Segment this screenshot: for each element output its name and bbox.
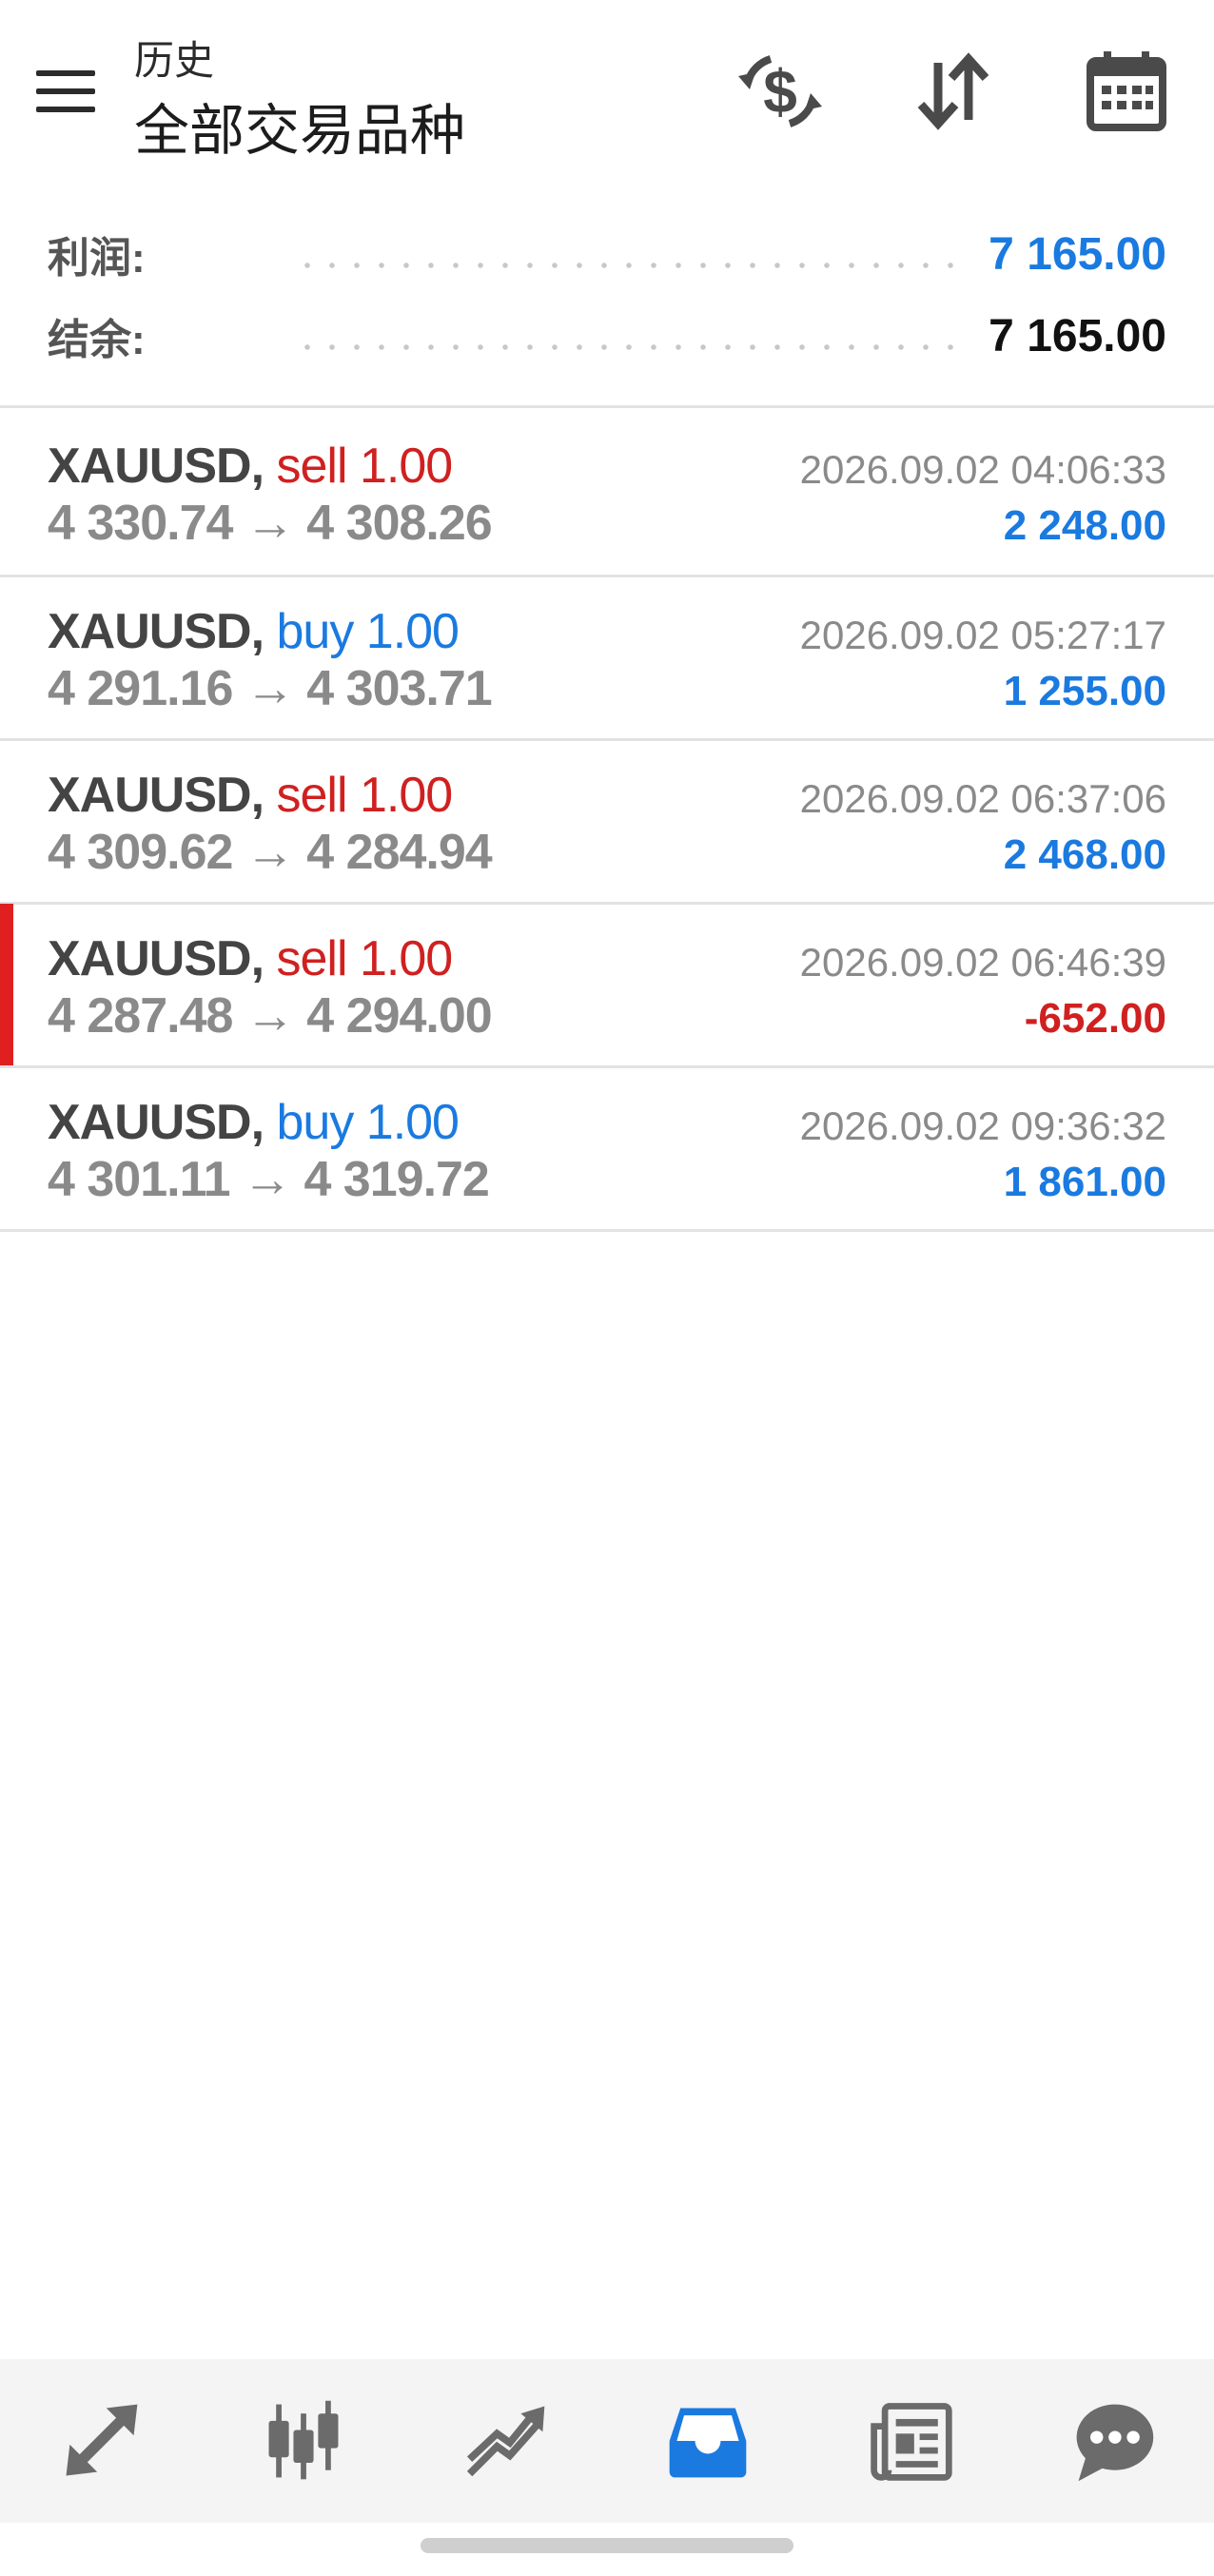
menu-icon[interactable] bbox=[29, 57, 105, 133]
trade-icon[interactable] bbox=[404, 2359, 607, 2523]
trade-profit: 1 861.00 bbox=[1003, 1159, 1166, 1205]
trade-profit: 1 255.00 bbox=[1003, 668, 1166, 714]
trade-side: sell 1.00 bbox=[276, 768, 453, 823]
trade-row[interactable]: XAUUSD, sell 1.00 4 330.74 → 4 308.26 20… bbox=[0, 411, 1214, 573]
trade-symbol: XAUUSD, sell 1.00 bbox=[48, 931, 453, 986]
trade-time: 2026.09.02 05:27:17 bbox=[799, 613, 1166, 657]
trade-prices: 4 309.62 → 4 284.94 bbox=[48, 825, 493, 880]
trade-row[interactable]: XAUUSD, buy 1.00 4 291.16 → 4 303.71 202… bbox=[0, 576, 1214, 738]
divider bbox=[0, 405, 1214, 408]
balance-value: 7 165.00 bbox=[989, 310, 1166, 361]
balance-label: 结余: bbox=[48, 317, 146, 363]
trade-profit: 2 248.00 bbox=[1003, 502, 1166, 549]
trade-symbol: XAUUSD, buy 1.00 bbox=[48, 1095, 460, 1150]
svg-text:$: $ bbox=[763, 57, 797, 126]
chat-icon[interactable] bbox=[1011, 2359, 1214, 2523]
divider bbox=[0, 1229, 1214, 1232]
profit-label: 利润: bbox=[48, 235, 146, 282]
sort-icon[interactable] bbox=[906, 44, 1001, 139]
home-indicator[interactable] bbox=[421, 2538, 793, 2553]
balance-summary-row: 结余: 7 165.00 bbox=[48, 302, 1166, 369]
bottom-navigation bbox=[0, 2359, 1214, 2523]
news-icon[interactable] bbox=[810, 2359, 1012, 2523]
trade-symbol: XAUUSD, buy 1.00 bbox=[48, 604, 460, 659]
trade-time: 2026.09.02 06:46:39 bbox=[799, 940, 1166, 985]
trade-side: buy 1.00 bbox=[276, 604, 459, 659]
trade-row[interactable]: XAUUSD, sell 1.00 4 309.62 → 4 284.94 20… bbox=[0, 740, 1214, 902]
trade-prices: 4 301.11 → 4 319.72 bbox=[48, 1152, 490, 1207]
trade-profit: -652.00 bbox=[1024, 995, 1166, 1042]
trade-prices: 4 330.74 → 4 308.26 bbox=[48, 496, 493, 551]
trade-prices: 4 291.16 → 4 303.71 bbox=[48, 661, 493, 716]
quotes-icon[interactable] bbox=[0, 2359, 203, 2523]
history-icon[interactable] bbox=[607, 2359, 810, 2523]
dollar-refresh-icon[interactable]: $ bbox=[733, 44, 828, 139]
profit-value: 7 165.00 bbox=[989, 228, 1166, 280]
trade-symbol: XAUUSD, sell 1.00 bbox=[48, 768, 453, 823]
trade-side: buy 1.00 bbox=[276, 1095, 459, 1150]
page-subtitle: 历史 bbox=[134, 38, 215, 83]
top-app-bar: 历史 全部交易品种 $ bbox=[0, 0, 1214, 190]
symbol-filter-title[interactable]: 全部交易品种 bbox=[134, 86, 465, 166]
trade-row[interactable]: XAUUSD, buy 1.00 4 301.11 → 4 319.72 202… bbox=[0, 1067, 1214, 1229]
trade-symbol: XAUUSD, sell 1.00 bbox=[48, 439, 453, 494]
trade-profit: 2 468.00 bbox=[1003, 831, 1166, 878]
trade-prices: 4 287.48 → 4 294.00 bbox=[48, 988, 493, 1044]
trade-time: 2026.09.02 04:06:33 bbox=[799, 447, 1166, 492]
profit-summary-row: 利润: 7 165.00 bbox=[48, 221, 1166, 287]
calendar-icon[interactable] bbox=[1079, 44, 1174, 139]
trade-side: sell 1.00 bbox=[276, 931, 453, 986]
chart-icon[interactable] bbox=[203, 2359, 405, 2523]
dotted-leader bbox=[295, 302, 970, 369]
trade-time: 2026.09.02 09:36:32 bbox=[799, 1103, 1166, 1148]
trade-side: sell 1.00 bbox=[276, 439, 453, 494]
trade-row[interactable]: XAUUSD, sell 1.00 4 287.48 → 4 294.00 20… bbox=[0, 904, 1214, 1065]
dotted-leader bbox=[295, 221, 970, 287]
trade-time: 2026.09.02 06:37:06 bbox=[799, 776, 1166, 821]
loss-marker bbox=[0, 904, 13, 1065]
